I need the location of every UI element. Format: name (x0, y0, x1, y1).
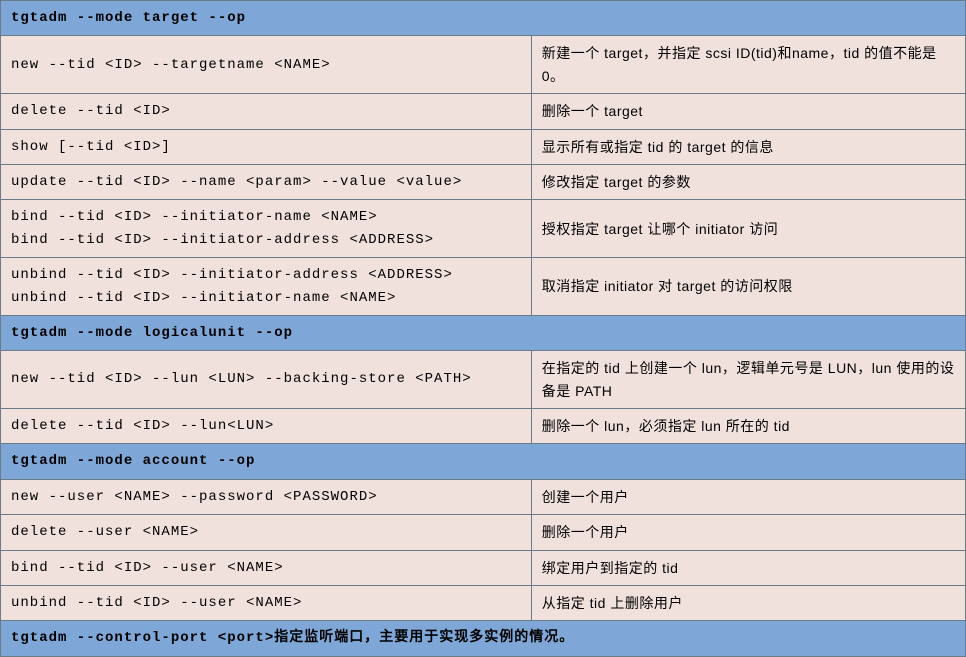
description-cell: 显示所有或指定 tid 的 target 的信息 (531, 129, 965, 164)
footer-description: 指定监听端口，主要用于实现多实例的情况。 (274, 630, 574, 646)
section-header: tgtadm --mode logicalunit --op (1, 315, 966, 350)
command-cell: delete --user <NAME> (1, 515, 532, 550)
command-cell: bind --tid <ID> --initiator-name <NAME> … (1, 200, 532, 258)
description-cell: 创建一个用户 (531, 479, 965, 514)
command-cell: update --tid <ID> --name <param> --value… (1, 164, 532, 199)
command-cell: unbind --tid <ID> --initiator-address <A… (1, 258, 532, 316)
description-cell: 绑定用户到指定的 tid (531, 550, 965, 585)
section-header: tgtadm --mode target --op (1, 1, 966, 36)
table: tgtadm --mode target --op new --tid <ID>… (0, 0, 966, 657)
command-cell: new --tid <ID> --lun <LUN> --backing-sto… (1, 351, 532, 409)
command-cell: delete --tid <ID> --lun<LUN> (1, 409, 532, 444)
command-cell: unbind --tid <ID> --user <NAME> (1, 586, 532, 621)
footer-row: tgtadm --control-port <port>指定监听端口，主要用于实… (1, 621, 966, 656)
command-cell: new --tid <ID> --targetname <NAME> (1, 36, 532, 94)
section-header: tgtadm --mode account --op (1, 444, 966, 479)
tgtadm-reference-table: tgtadm --mode target --op new --tid <ID>… (0, 0, 966, 657)
description-cell: 删除一个用户 (531, 515, 965, 550)
description-cell: 在指定的 tid 上创建一个 lun，逻辑单元号是 LUN，lun 使用的设备是… (531, 351, 965, 409)
command-cell: bind --tid <ID> --user <NAME> (1, 550, 532, 585)
description-cell: 修改指定 target 的参数 (531, 164, 965, 199)
description-cell: 新建一个 target，并指定 scsi ID(tid)和name，tid 的值… (531, 36, 965, 94)
description-cell: 删除一个 target (531, 94, 965, 129)
command-cell: show [--tid <ID>] (1, 129, 532, 164)
command-cell: delete --tid <ID> (1, 94, 532, 129)
command-cell: new --user <NAME> --password <PASSWORD> (1, 479, 532, 514)
description-cell: 删除一个 lun，必须指定 lun 所在的 tid (531, 409, 965, 444)
description-cell: 取消指定 initiator 对 target 的访问权限 (531, 258, 965, 316)
description-cell: 从指定 tid 上删除用户 (531, 586, 965, 621)
footer-command: tgtadm --control-port <port> (11, 630, 274, 646)
description-cell: 授权指定 target 让哪个 initiator 访问 (531, 200, 965, 258)
